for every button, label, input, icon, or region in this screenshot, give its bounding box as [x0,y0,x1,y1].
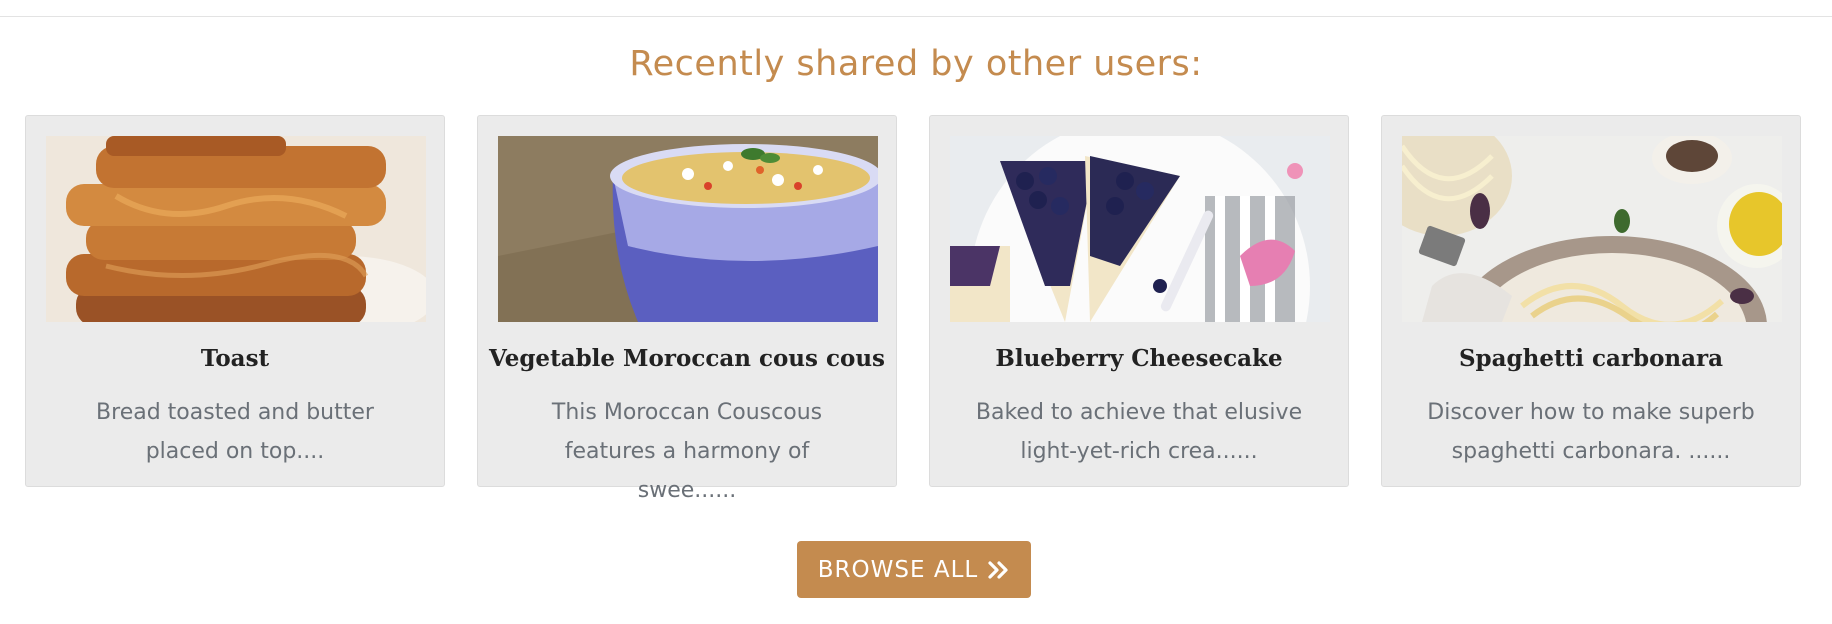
recipe-description: Bread toasted and butter placed on top..… [96,400,374,464]
recipe-description: Baked to achieve that elusive light-yet-… [975,400,1303,464]
recipe-image-couscous[interactable] [498,136,878,322]
section-heading: Recently shared by other users: [629,44,1203,84]
recipe-title[interactable]: Blueberry Cheesecake [930,345,1348,372]
carbonara-image [1402,136,1782,322]
recipe-card-cheesecake[interactable]: Blueberry Cheesecake Baked to achieve th… [929,115,1349,487]
recipe-title[interactable]: Toast [26,345,444,372]
toast-image [46,136,426,322]
recipe-card-carbonara[interactable]: Spaghetti carbonara Discover how to make… [1381,115,1801,487]
recipe-image-carbonara[interactable] [1402,136,1782,322]
double-chevron-right-icon [988,560,1010,579]
recipe-card-couscous[interactable]: Vegetable Moroccan cous cous This Morocc… [477,115,897,503]
browse-all-button[interactable]: BROWSE ALL [797,541,1031,598]
top-divider [0,0,1832,17]
recipe-cards: Toast Bread toasted and butter placed on… [25,115,1805,503]
recipe-description: This Moroccan Couscous features a harmon… [551,400,823,503]
cheesecake-image [950,136,1330,322]
browse-all-label: BROWSE ALL [817,556,979,583]
couscous-image [498,136,878,322]
recipe-title[interactable]: Spaghetti carbonara [1382,345,1800,372]
recipe-image-cheesecake[interactable] [950,136,1330,322]
recipe-image-toast[interactable] [46,136,426,322]
recipe-card-toast[interactable]: Toast Bread toasted and butter placed on… [25,115,445,487]
recipe-title[interactable]: Vegetable Moroccan cous cous [478,345,896,372]
recipe-description: Discover how to make superb spaghetti ca… [1427,400,1755,464]
